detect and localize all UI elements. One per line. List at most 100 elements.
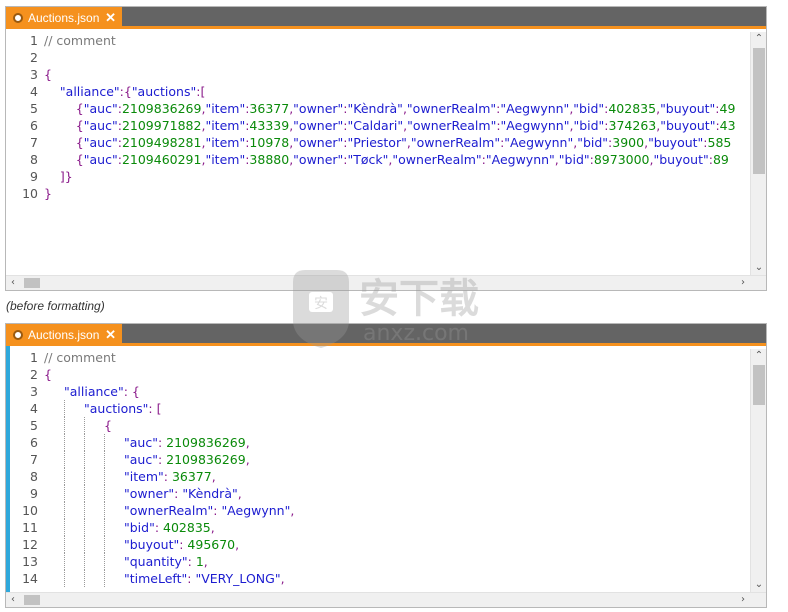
editor-before-formatting: Auctions.json ✕ 1// comment 2 3{4 "allianc… — [5, 6, 767, 291]
code-token: "auc" — [83, 101, 118, 116]
code-token: , — [290, 503, 295, 518]
code-token: , — [235, 537, 240, 552]
scroll-thumb[interactable] — [24, 278, 40, 288]
code-line[interactable]: 1 // comment — [6, 349, 750, 366]
indent-guide — [104, 502, 124, 519]
code-area[interactable]: 1// comment 2 3{4 "alliance":{"auctions":[… — [6, 32, 750, 275]
code-line[interactable]: 1 // comment — [6, 32, 750, 49]
line-text: "timeLeft": "VERY_LONG", — [44, 570, 285, 587]
horizontal-scrollbar[interactable]: ‹ › — [6, 275, 766, 290]
code-line[interactable]: 7 "auc": 2109836269, — [6, 451, 750, 468]
line-number: 4 — [30, 401, 38, 416]
code-token: "owner" — [293, 152, 344, 167]
tab-title: Auctions.json — [28, 11, 100, 25]
code-token: { — [44, 367, 52, 382]
indent-guide — [104, 468, 124, 485]
code-line[interactable]: 7 {"auc":2109498281,"item":10978,"owner"… — [6, 134, 750, 151]
code-token: "owner" — [293, 135, 344, 150]
code-token: "Aegwynn" — [485, 152, 555, 167]
scroll-up-icon[interactable]: ⌃ — [751, 349, 766, 363]
line-text: "bid": 402835, — [44, 519, 215, 536]
code-token: 8973000 — [593, 152, 650, 167]
code-token: "Caldari" — [347, 118, 404, 133]
code-line[interactable]: 12 "buyout": 495670, — [6, 536, 750, 553]
indent-guide — [44, 485, 64, 502]
line-text: "item": 36377, — [44, 468, 216, 485]
line-number: 5 — [30, 101, 38, 116]
modified-dot-icon — [13, 330, 23, 340]
line-text: {"auc":2109460291,"item":38880,"owner":"… — [44, 151, 729, 168]
line-text: { — [44, 417, 112, 434]
horizontal-scrollbar[interactable]: ‹ › — [6, 592, 766, 607]
scroll-right-icon[interactable]: › — [736, 276, 750, 290]
code-token: "owner" — [293, 101, 344, 116]
code-area[interactable]: 1// comment 2{3 "alliance": {4 "auctions": … — [6, 349, 750, 592]
code-token: "ownerRealm" — [407, 118, 497, 133]
scroll-left-icon[interactable]: ‹ — [6, 593, 20, 607]
indent-guide — [44, 502, 64, 519]
code-token: "buyout" — [124, 537, 180, 552]
code-token: 1 — [195, 554, 204, 569]
code-line[interactable]: 4 "alliance":{"auctions":[ — [6, 83, 750, 100]
line-text: // comment — [44, 32, 116, 49]
code-line[interactable]: 8 "item": 36377, — [6, 468, 750, 485]
code-line[interactable]: 5{ — [6, 417, 750, 434]
code-line[interactable]: 2 — [6, 49, 750, 66]
scroll-right-icon[interactable]: › — [736, 593, 750, 607]
scroll-down-icon[interactable]: ⌄ — [751, 578, 766, 592]
code-line[interactable]: 9 "owner": "Kèndrà", — [6, 485, 750, 502]
code-token: "bid" — [573, 101, 605, 116]
indent-guide — [104, 519, 124, 536]
code-line[interactable]: 8 {"auc":2109460291,"item":38880,"owner"… — [6, 151, 750, 168]
code-token: 2109971882 — [121, 118, 202, 133]
code-line[interactable]: 5 {"auc":2109836269,"item":36377,"owner"… — [6, 100, 750, 117]
code-token: "auc" — [124, 435, 158, 450]
code-token: "item" — [205, 101, 246, 116]
code-token: , — [280, 571, 285, 586]
code-token: , — [211, 469, 216, 484]
code-token: 2109836269 — [166, 435, 246, 450]
line-number: 7 — [30, 452, 38, 467]
indent-guide — [84, 553, 104, 570]
vertical-scrollbar[interactable]: ⌃ ⌄ — [750, 32, 766, 275]
line-text: "auc": 2109836269, — [44, 451, 250, 468]
line-number: 12 — [22, 537, 38, 552]
code-line[interactable]: 10 "ownerRealm": "Aegwynn", — [6, 502, 750, 519]
code-line[interactable]: 4 "auctions": [ — [6, 400, 750, 417]
code-line[interactable]: 3{ — [6, 66, 750, 83]
code-token: "Aegwynn" — [504, 135, 574, 150]
code-token: "timeLeft" — [124, 571, 188, 586]
line-text: "auctions": [ — [44, 400, 161, 417]
scroll-thumb[interactable] — [753, 48, 765, 174]
line-number: 13 — [22, 554, 38, 569]
vertical-scrollbar[interactable]: ⌃ ⌄ — [750, 349, 766, 592]
code-line[interactable]: 14 "timeLeft": "VERY_LONG", — [6, 570, 750, 587]
indent-guide — [64, 519, 84, 536]
tab-bar: Auctions.json ✕ — [6, 7, 766, 29]
code-line[interactable]: 2{ — [6, 366, 750, 383]
scroll-left-icon[interactable]: ‹ — [6, 276, 20, 290]
line-number: 14 — [22, 571, 38, 586]
scroll-thumb[interactable] — [24, 595, 40, 605]
code-token: { — [75, 135, 84, 150]
code-token: "ownerRealm" — [410, 135, 501, 150]
code-line[interactable]: 3 "alliance": { — [6, 383, 750, 400]
code-token: : { — [123, 384, 140, 399]
code-token: "auc" — [83, 135, 118, 150]
code-line[interactable]: 13 "quantity": 1, — [6, 553, 750, 570]
code-token: "bid" — [558, 152, 590, 167]
scroll-down-icon[interactable]: ⌄ — [751, 261, 766, 275]
indent-guide — [44, 434, 64, 451]
code-line[interactable]: 6 {"auc":2109971882,"item":43339,"owner"… — [6, 117, 750, 134]
code-line[interactable]: 6 "auc": 2109836269, — [6, 434, 750, 451]
code-line[interactable]: 9 ]} — [6, 168, 750, 185]
code-line[interactable]: 10} — [6, 185, 750, 202]
scroll-up-icon[interactable]: ⌃ — [751, 32, 766, 46]
code-line[interactable]: 11 "bid": 402835, — [6, 519, 750, 536]
scroll-thumb[interactable] — [753, 365, 765, 405]
indent-guide — [44, 400, 64, 417]
line-number: 4 — [30, 84, 38, 99]
code-token: "auctions" — [131, 84, 197, 99]
